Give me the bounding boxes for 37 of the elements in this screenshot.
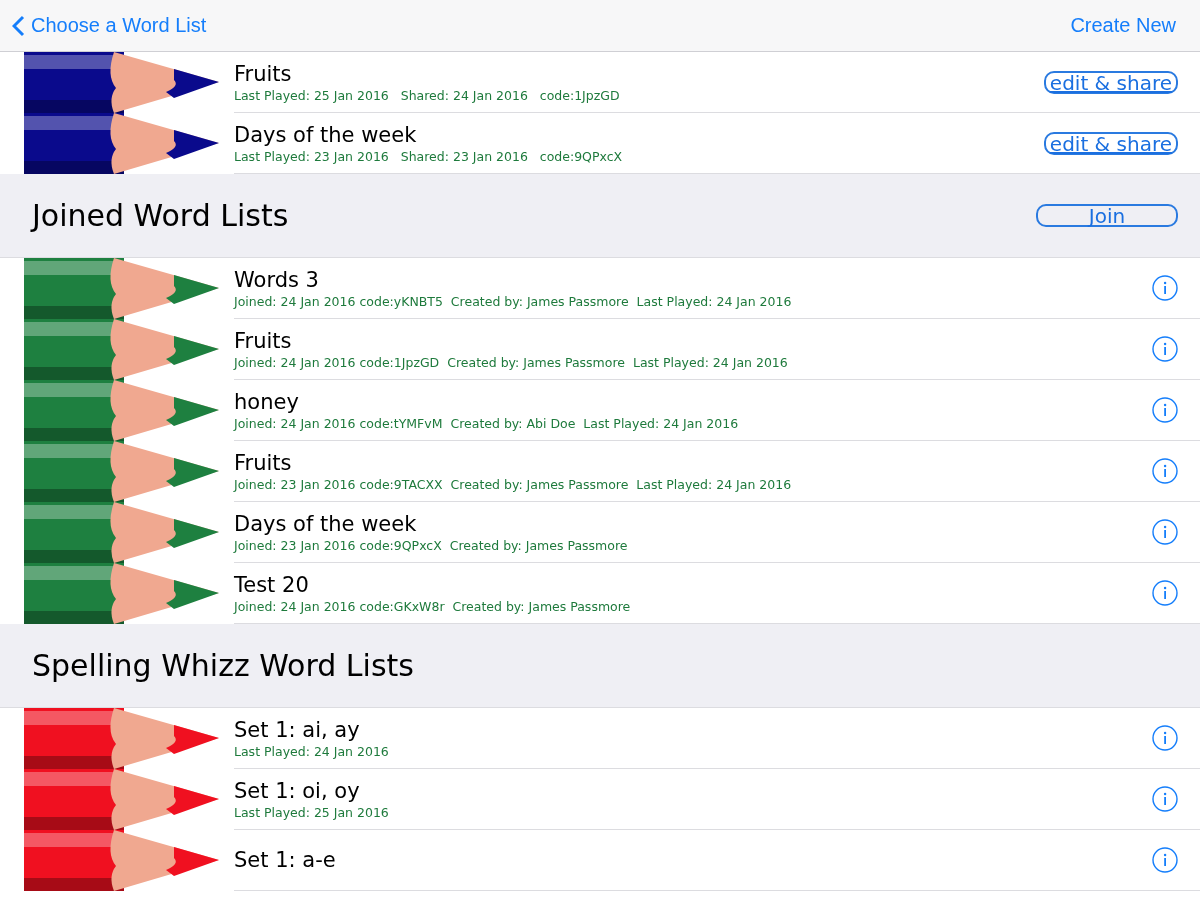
info-icon[interactable]: [1152, 275, 1178, 301]
list-title[interactable]: Days of the week: [234, 511, 1152, 536]
list-details: Joined: 24 Jan 2016 code:GKxW8r Created by: James Passmore: [234, 598, 632, 614]
info-icon[interactable]: [1152, 580, 1178, 606]
info-icon[interactable]: [1152, 725, 1178, 751]
section-title: Spelling Whizz Word Lists: [32, 648, 414, 683]
list-title[interactable]: Fruits: [234, 450, 1152, 475]
edit-share-button[interactable]: edit & share: [1043, 70, 1178, 94]
list-title[interactable]: Set 1: a-e: [234, 848, 1152, 872]
back-chevron-icon[interactable]: [12, 14, 25, 37]
list-title[interactable]: Fruits: [234, 61, 1044, 86]
list-details: Last Played: 23 Jan 2016 Shared: 23 Jan 2016 code:9QPxcX: [234, 148, 624, 164]
edit-share-button[interactable]: edit & share: [1043, 131, 1178, 155]
list-details: Joined: 24 Jan 2016 code:1JpzGD Created by: James Passmore Last Played: 24 Jan 2016: [234, 354, 789, 370]
info-icon[interactable]: [1152, 519, 1178, 545]
list-details: Joined: 23 Jan 2016 code:9QPxcX Created by: James Passmore: [234, 537, 629, 553]
list-title[interactable]: Words 3: [234, 267, 1152, 292]
info-icon[interactable]: [1152, 847, 1178, 873]
info-icon[interactable]: [1152, 336, 1178, 362]
list-title[interactable]: Set 1: oi, oy: [234, 778, 1152, 803]
create-new-button[interactable]: Create New: [1070, 14, 1176, 37]
info-icon[interactable]: [1152, 397, 1178, 423]
list-details: Last Played: 25 Jan 2016: [234, 804, 390, 820]
list-title[interactable]: honey: [234, 389, 1152, 414]
list-title[interactable]: Fruits: [234, 328, 1152, 353]
join-button[interactable]: Join: [1036, 204, 1178, 227]
list-details: Joined: 24 Jan 2016 code:tYMFvM Created by: Abi Doe Last Played: 24 Jan 2016: [234, 415, 740, 431]
list-title[interactable]: Days of the week: [234, 122, 1044, 147]
list-details: Joined: 24 Jan 2016 code:yKNBT5 Created by: James Passmore Last Played: 24 Jan 2016: [234, 293, 793, 309]
list-details: Last Played: 25 Jan 2016 Shared: 24 Jan 2016 code:1JpzGD: [234, 87, 621, 103]
list-title[interactable]: Test 20: [234, 572, 1152, 597]
list-details: Last Played: 24 Jan 2016: [234, 743, 390, 759]
info-icon[interactable]: [1152, 786, 1178, 812]
info-icon[interactable]: [1152, 458, 1178, 484]
list-details: Joined: 23 Jan 2016 code:9TACXX Created by: James Passmore Last Played: 24 Jan 2016: [234, 476, 793, 492]
list-title[interactable]: Set 1: ai, ay: [234, 717, 1152, 742]
section-title: Joined Word Lists: [32, 198, 289, 233]
